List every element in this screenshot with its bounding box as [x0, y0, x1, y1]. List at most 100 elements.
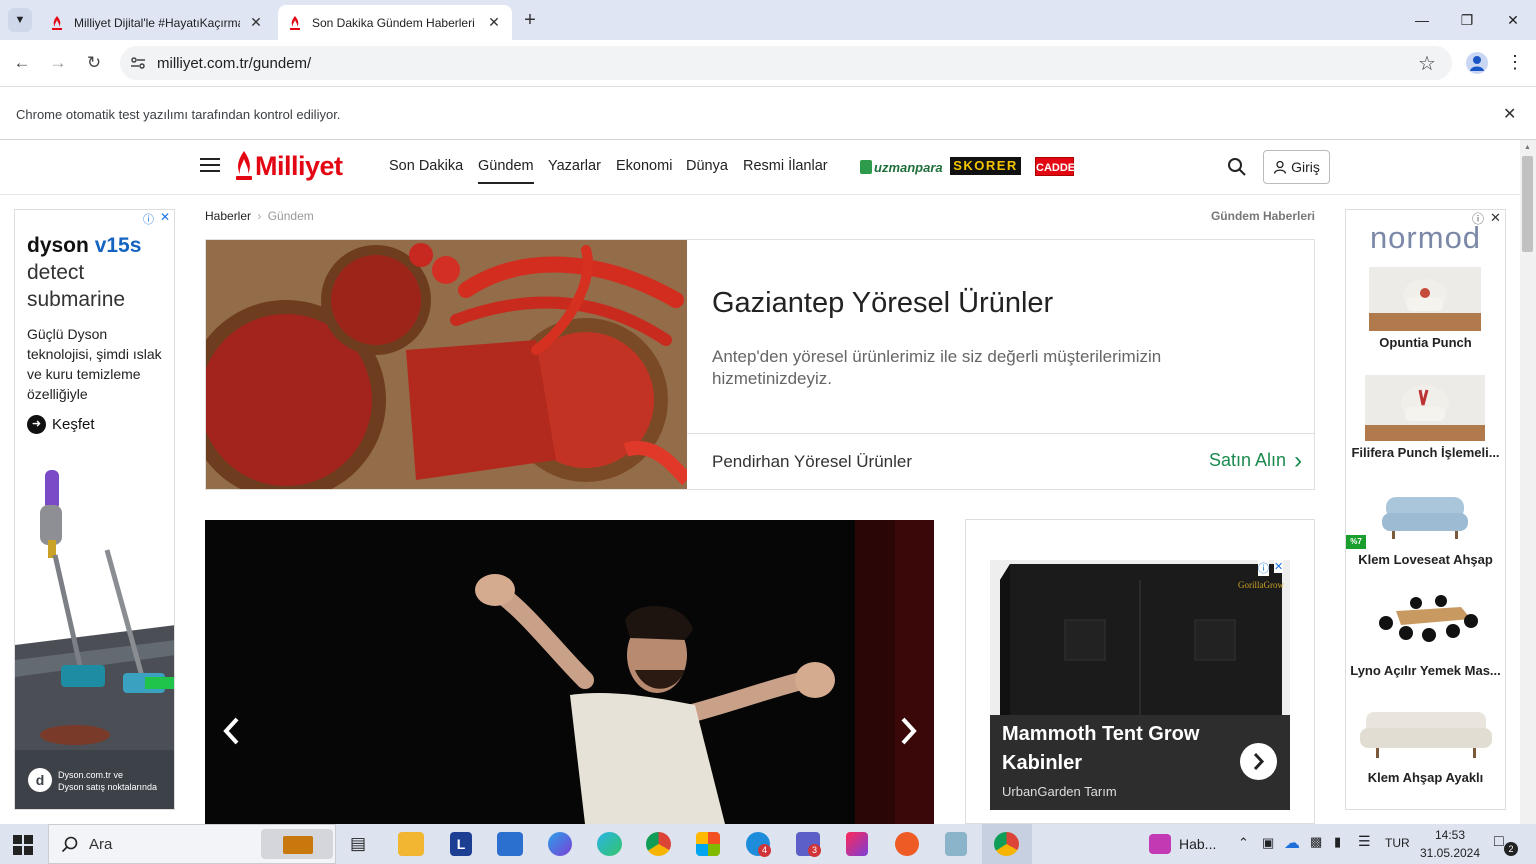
tent-ad-cta-button[interactable] — [1240, 743, 1277, 780]
minimize-button[interactable]: — — [1410, 8, 1434, 32]
onedrive-icon[interactable]: ☁ — [1284, 833, 1300, 853]
chrome-menu-button[interactable]: ⋮ — [1506, 52, 1524, 74]
scrollbar-thumb[interactable] — [1522, 156, 1533, 252]
page-scrollbar[interactable]: ▲ — [1520, 140, 1536, 824]
nav-dunya[interactable]: Dünya — [686, 158, 728, 174]
product-image-chair-2[interactable] — [1365, 375, 1485, 441]
uzmanpara-mark-icon — [860, 160, 872, 174]
forward-button[interactable]: → — [47, 52, 69, 74]
clock-date[interactable]: 31.05.2024 — [1417, 846, 1483, 860]
copilot-icon[interactable] — [548, 832, 572, 856]
browser-tab-active[interactable]: Son Dakika Gündem Haberleri - Milliyet ✕ — [278, 5, 512, 40]
browser-tab[interactable]: Milliyet Dijital'le #HayatıKaçırma ✕ — [40, 5, 274, 40]
tab-search-button[interactable]: ▼ — [8, 8, 32, 32]
restore-button[interactable]: ❐ — [1455, 8, 1479, 32]
scroll-up-arrow-icon[interactable]: ▲ — [1524, 144, 1531, 151]
dyson-line2: detect — [27, 261, 85, 284]
close-window-button[interactable]: ✕ — [1501, 8, 1525, 32]
nav-ekonomi[interactable]: Ekonomi — [616, 158, 672, 174]
product-name[interactable]: Lyno Açılır Yemek Mas... — [1346, 663, 1505, 678]
banner-title[interactable]: Gaziantep Yöresel Ürünler — [712, 287, 1053, 320]
notes-icon[interactable] — [945, 832, 967, 856]
banner-cta[interactable]: Satın Alın › — [1209, 448, 1302, 472]
wifi-icon[interactable]: ☰ — [1358, 833, 1371, 850]
product-name[interactable]: Klem Loveseat Ahşap — [1346, 552, 1505, 567]
reload-button[interactable]: ↻ — [83, 52, 105, 74]
address-bar[interactable]: milliyet.com.tr/gundem/ ☆ — [120, 46, 1452, 80]
back-button[interactable]: ← — [11, 52, 33, 74]
breadcrumb-gundem[interactable]: Gündem — [268, 209, 314, 223]
mammoth-tent-ad[interactable]: GorillaGrow ⓘ ✕ Mammoth Tent Grow Kabinl… — [990, 560, 1290, 810]
profile-avatar[interactable] — [1466, 52, 1488, 74]
product-image-dining-table[interactable] — [1371, 593, 1481, 653]
notifications-button[interactable]: □ 2 — [1494, 833, 1518, 856]
dyson-vacuum-image — [15, 455, 174, 755]
news-slider[interactable] — [205, 520, 934, 824]
dyson-line3: submarine — [27, 288, 126, 311]
slider-next-button[interactable] — [895, 714, 921, 748]
close-tab-icon[interactable]: ✕ — [486, 14, 502, 31]
battery-icon[interactable]: ▮ — [1334, 834, 1341, 850]
dyson-headline: dyson v15s detect submarine — [27, 232, 141, 313]
ad-close-icon[interactable]: ✕ — [160, 210, 170, 224]
tray-device-icon[interactable]: ▣ — [1262, 835, 1274, 851]
skype-icon[interactable]: 4 — [746, 832, 771, 857]
close-infobar-icon[interactable]: ✕ — [1503, 104, 1516, 124]
product-image-sofa[interactable] — [1356, 702, 1496, 762]
ad-close-icon[interactable]: ✕ — [1274, 560, 1284, 573]
automation-infobar: Chrome otomatik test yazılımı tarafından… — [0, 87, 1536, 140]
chrome-icon[interactable] — [646, 832, 671, 856]
app-l-icon[interactable]: L — [450, 832, 472, 856]
task-view-icon[interactable]: ▤ — [350, 834, 366, 854]
close-tab-icon[interactable]: ✕ — [248, 14, 264, 31]
product-name[interactable]: Klem Ahşap Ayaklı — [1346, 770, 1505, 785]
breadcrumb-haberler[interactable]: Haberler — [205, 209, 251, 223]
tent-ad-title[interactable]: Mammoth Tent Grow Kabinler — [1002, 720, 1222, 778]
uzmanpara-logo[interactable]: uzmanpara — [860, 157, 943, 177]
clock-time[interactable]: 14:53 — [1422, 828, 1478, 842]
product-name[interactable]: Filifera Punch İşlemeli... — [1346, 445, 1505, 460]
dyson-cta[interactable]: ➜ Keşfet — [27, 415, 95, 434]
chrome-active-taskbar-item[interactable] — [982, 824, 1032, 864]
search-icon — [61, 836, 78, 853]
slider-prev-button[interactable] — [219, 714, 245, 748]
nav-yazarlar[interactable]: Yazarlar — [548, 158, 601, 174]
store-icon[interactable] — [696, 832, 720, 856]
windows-logo-icon — [13, 835, 33, 855]
site-settings-icon[interactable] — [130, 55, 146, 71]
language-indicator[interactable]: TUR — [1385, 836, 1410, 850]
product-name[interactable]: Opuntia Punch — [1346, 335, 1505, 350]
hamburger-menu-button[interactable] — [200, 157, 220, 173]
mail-icon[interactable] — [497, 832, 523, 856]
nav-son-dakika[interactable]: Son Dakika — [389, 158, 463, 174]
taskbar-search[interactable]: Ara — [48, 824, 336, 864]
breadcrumb-separator-icon: › — [257, 209, 262, 223]
nav-gundem[interactable]: Gündem — [478, 158, 534, 184]
product-image-loveseat[interactable] — [1378, 483, 1472, 543]
bookmark-star-icon[interactable]: ☆ — [1418, 51, 1436, 76]
ad-info-icon[interactable]: ⓘ — [143, 211, 154, 227]
cadde-logo[interactable]: CADDE — [1035, 157, 1075, 176]
new-tab-button[interactable]: + — [518, 8, 542, 32]
ad-info-icon[interactable]: ⓘ — [1258, 560, 1269, 576]
normod-ad[interactable]: ⓘ ✕ normod Opuntia Punch Filifera Punch … — [1345, 209, 1506, 810]
file-explorer-icon[interactable] — [398, 832, 424, 856]
postman-icon[interactable] — [895, 832, 919, 856]
browser-toolbar: ← → ↻ milliyet.com.tr/gundem/ ☆ ⋮ — [0, 40, 1536, 87]
intellij-icon[interactable] — [846, 832, 868, 856]
product-image-chair-1[interactable] — [1369, 267, 1481, 331]
start-button[interactable] — [12, 834, 34, 856]
chevron-left-icon — [223, 717, 239, 745]
login-button[interactable]: Giriş — [1263, 150, 1330, 184]
active-app-button[interactable]: Hab... — [1145, 824, 1225, 864]
tray-chevron-up-icon[interactable]: ⌃ — [1238, 835, 1249, 851]
tray-display-icon[interactable]: ▩ — [1310, 834, 1322, 850]
dyson-ad[interactable]: ⓘ ✕ dyson v15s detect submarine Güçlü Dy… — [14, 209, 175, 810]
edge-icon[interactable] — [597, 832, 622, 856]
gaziantep-banner-ad[interactable]: Gaziantep Yöresel Ürünler Antep'den yöre… — [205, 239, 1315, 490]
search-button[interactable] — [1227, 157, 1247, 177]
milliyet-logo[interactable]: Milliyet — [234, 148, 343, 184]
teams-icon[interactable]: 3 — [796, 832, 821, 857]
nav-resmi-ilanlar[interactable]: Resmi İlanlar — [743, 158, 828, 174]
skorer-logo[interactable]: SKORER — [950, 157, 1021, 175]
